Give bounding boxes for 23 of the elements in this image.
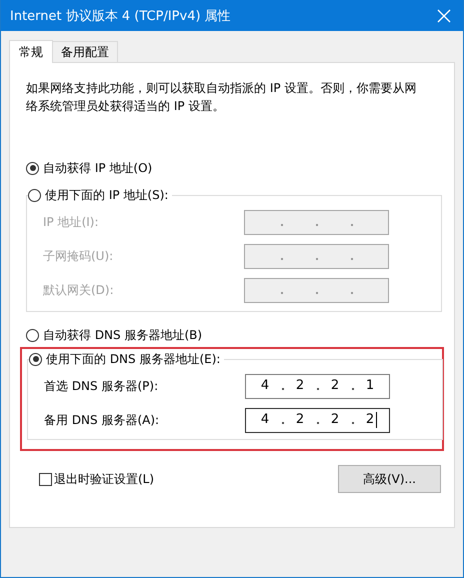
field-label: 默认网关(D): bbox=[43, 282, 114, 298]
tab[interactable]: 常规 bbox=[9, 40, 53, 63]
close-icon[interactable] bbox=[437, 8, 451, 22]
radio-button[interactable] bbox=[29, 352, 42, 366]
radio-button[interactable] bbox=[26, 162, 39, 174]
field-label: 备用 DNS 服务器(A): bbox=[44, 412, 160, 428]
radio-button[interactable] bbox=[28, 188, 41, 202]
radio-label[interactable]: 自动获得 DNS 服务器地址(B) bbox=[43, 326, 202, 344]
field-label: IP 地址(I): bbox=[43, 214, 99, 230]
ip-address-field[interactable]: 4 2 2 2 bbox=[245, 408, 390, 432]
radio-label[interactable]: 自动获得 IP 地址(O) bbox=[43, 160, 152, 176]
radio-label[interactable]: 使用下面的 DNS 服务器地址(E): bbox=[46, 350, 220, 368]
advanced-button[interactable]: 高级(V)... bbox=[338, 465, 441, 493]
field-label: 子网掩码(U): bbox=[43, 248, 114, 264]
field-label: 首选 DNS 服务器(P): bbox=[44, 378, 158, 394]
checkbox-label[interactable]: 退出时验证设置(L) bbox=[54, 470, 154, 488]
description-text: 如果网络支持此功能，则可以获取自动指派的 IP 设置。否则，你需要从网络系统管理员处获得适当的 IP 设置。 bbox=[26, 80, 418, 115]
radio-label[interactable]: 使用下面的 IP 地址(S): bbox=[45, 186, 168, 204]
ip-address-field[interactable]: 4 2 2 1 bbox=[245, 374, 390, 398]
window-title: Internet 协议版本 4 (TCP/IPv4) 属性 bbox=[10, 8, 231, 24]
radio-button[interactable] bbox=[26, 328, 39, 342]
tab[interactable]: 备用配置 bbox=[52, 41, 118, 62]
checkbox[interactable] bbox=[39, 472, 52, 486]
